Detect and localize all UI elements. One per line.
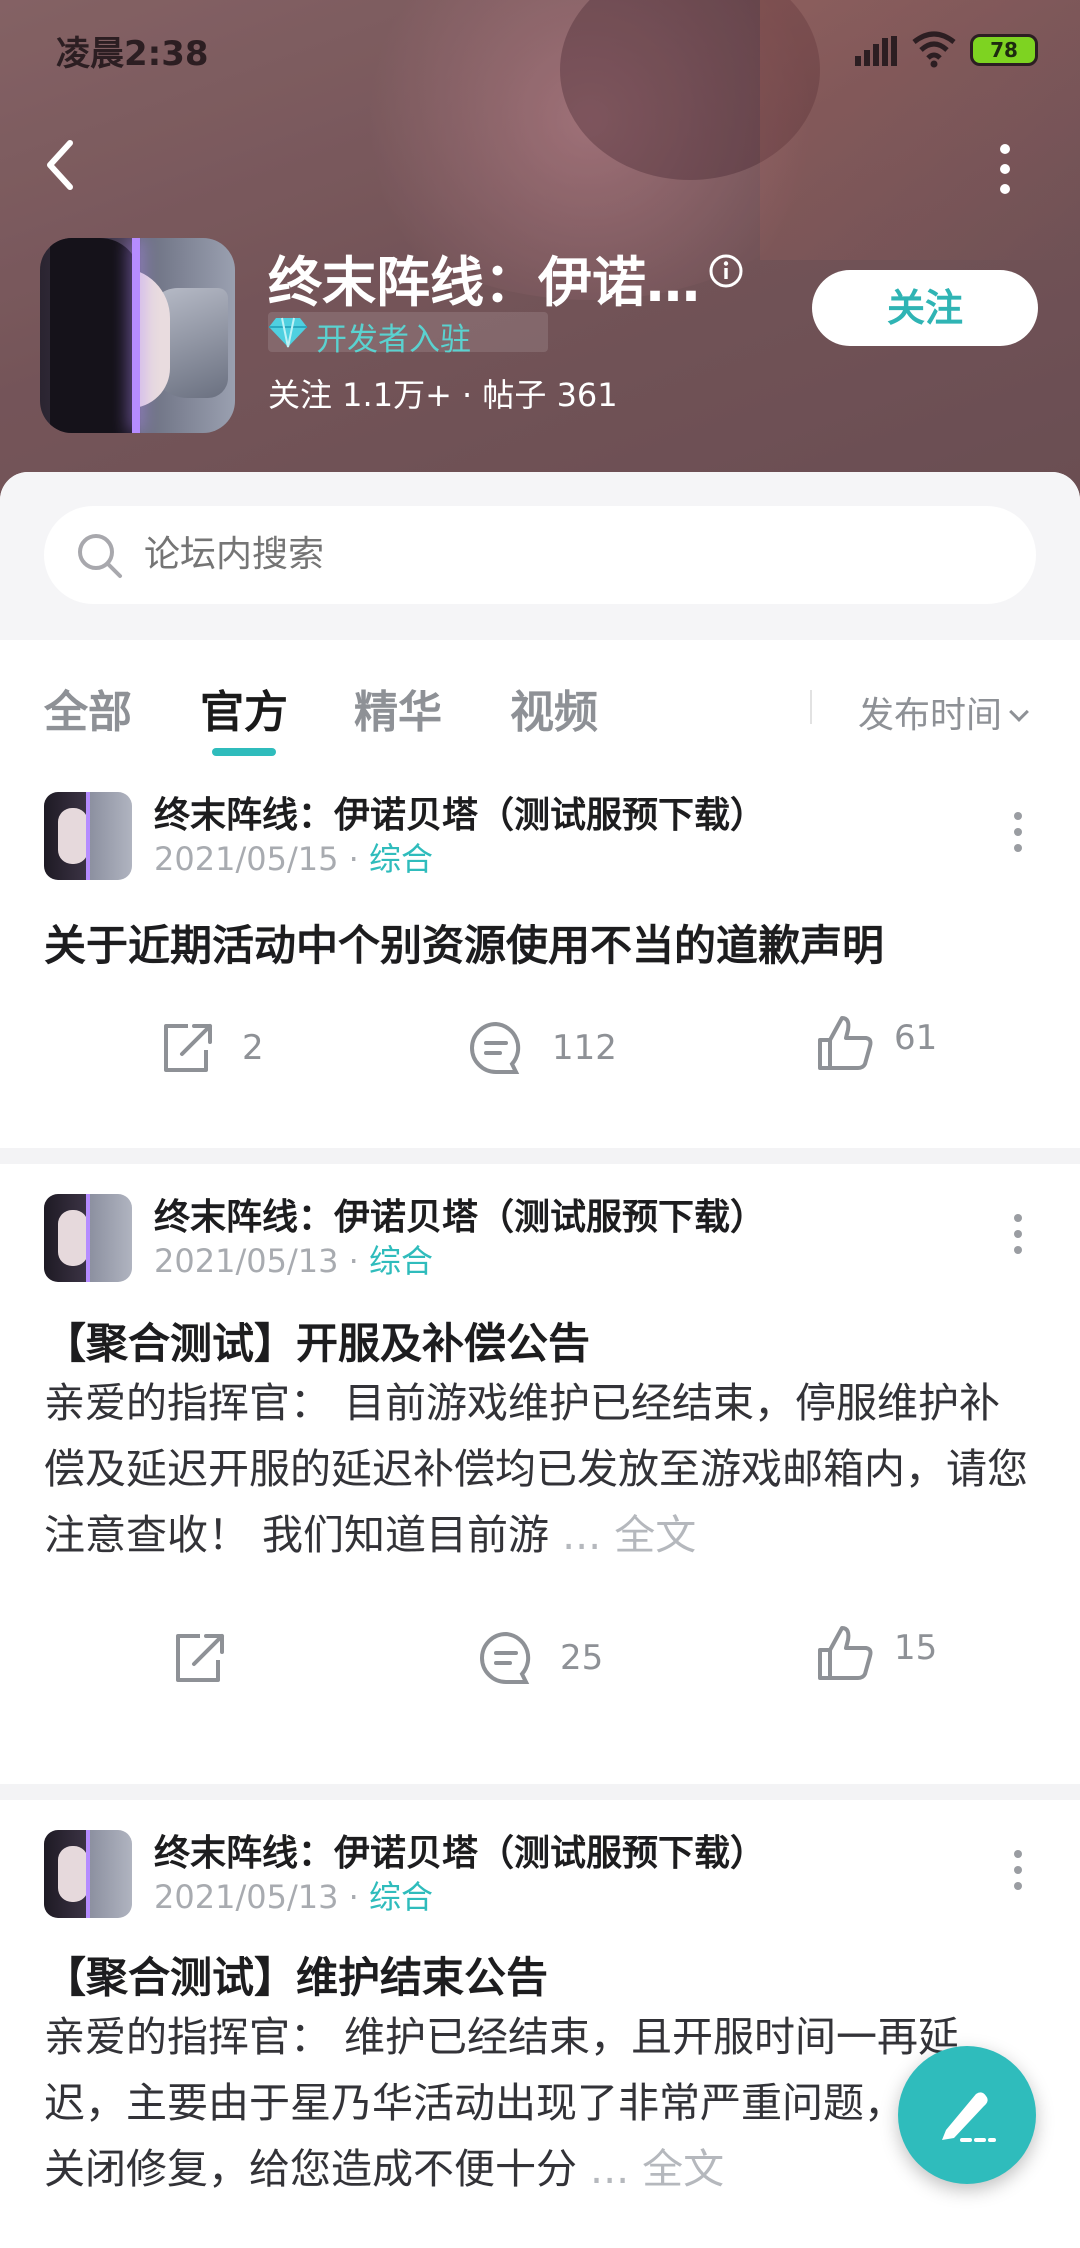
- avatar[interactable]: [44, 1194, 132, 1282]
- post-date: 2021/05/13: [154, 1878, 339, 1916]
- post-meta: 2021/05/15 · 综合: [154, 834, 433, 880]
- post-card[interactable]: 终末阵线：伊诺贝塔（测试服预下载） 2021/05/13 · 综合 【聚合测试】…: [0, 1164, 1080, 1744]
- post-more-icon[interactable]: [1008, 1214, 1028, 1264]
- tab-bar: 全部 官方 精华 视频 发布时间: [0, 640, 1080, 762]
- battery-icon: 78: [970, 34, 1038, 66]
- status-bar: 凌晨2:38 78: [0, 0, 1080, 100]
- search-area: [0, 472, 1080, 640]
- post-title[interactable]: 【聚合测试】开服及补偿公告: [44, 1310, 590, 1371]
- back-icon[interactable]: [40, 135, 80, 195]
- read-more-link[interactable]: ... 全文: [590, 2145, 724, 2193]
- avatar-glow: [86, 1194, 90, 1282]
- post-meta: 2021/05/13 · 综合: [154, 1236, 433, 1282]
- tab-divider: [810, 690, 812, 724]
- game-icon: [40, 238, 235, 433]
- post-category[interactable]: 综合: [369, 840, 433, 878]
- battery-level: 78: [990, 38, 1018, 62]
- post-card[interactable]: 终末阵线：伊诺贝塔（测试服预下载） 2021/05/13 · 综合 【聚合测试】…: [0, 1800, 1080, 2248]
- game-icon-glow: [132, 238, 140, 433]
- forum-header: 凌晨2:38 78 终末阵线：伊诺… 开发者入驻 关注 1.1万+ · 帖子 3…: [0, 0, 1080, 500]
- sort-label: 发布时间: [858, 695, 1003, 736]
- like-icon: [818, 1016, 873, 1070]
- post-more-icon[interactable]: [1008, 1850, 1028, 1900]
- post-excerpt-text: 亲爱的指挥官： 维护已经结束，且开服时间一再延迟，主要由于星乃华活动出现了非常严…: [44, 2013, 1028, 2193]
- game-title: 终末阵线：伊诺…: [268, 251, 700, 314]
- avatar[interactable]: [44, 1830, 132, 1918]
- avatar-face: [58, 1210, 88, 1266]
- avatar[interactable]: [44, 792, 132, 880]
- meta-separator: ·: [348, 1878, 359, 1916]
- tab-all[interactable]: 全部: [44, 676, 132, 740]
- like-button[interactable]: 15: [814, 1622, 954, 1682]
- search-icon: [78, 534, 122, 578]
- comment-icon: [480, 1631, 531, 1684]
- post-excerpt-text: 亲爱的指挥官： 目前游戏维护已经结束，停服维护补偿及延迟开服的延迟补偿均已发放至…: [44, 1379, 1028, 1559]
- like-icon: [818, 1626, 873, 1680]
- meta-separator: ·: [348, 840, 359, 878]
- post-excerpt[interactable]: 亲爱的指挥官： 维护已经结束，且开服时间一再延迟，主要由于星乃华活动出现了非常严…: [44, 2004, 1034, 2202]
- share-button[interactable]: 2: [158, 1018, 278, 1078]
- like-button[interactable]: 61: [814, 1012, 954, 1072]
- game-icon-hair: [50, 238, 140, 433]
- tab-video[interactable]: 视频: [510, 676, 598, 740]
- post-category[interactable]: 综合: [369, 1242, 433, 1280]
- search-input[interactable]: [144, 506, 1004, 604]
- post-date: 2021/05/15: [154, 840, 339, 878]
- info-icon[interactable]: [708, 253, 744, 289]
- post-more-icon[interactable]: [1008, 812, 1028, 862]
- diamond-icon: [269, 317, 307, 348]
- post-separator: [0, 1148, 1080, 1164]
- post-category[interactable]: 综合: [369, 1878, 433, 1916]
- tab-official[interactable]: 官方: [200, 676, 288, 740]
- post-title[interactable]: 关于近期活动中个别资源使用不当的道歉声明: [44, 912, 884, 973]
- like-count: 15: [894, 1628, 938, 1668]
- read-more-link[interactable]: ... 全文: [562, 1511, 696, 1559]
- post-excerpt[interactable]: 亲爱的指挥官： 目前游戏维护已经结束，停服维护补偿及延迟开服的延迟补偿均已发放至…: [44, 1370, 1034, 1568]
- compose-button[interactable]: [898, 2046, 1036, 2184]
- sort-select[interactable]: 发布时间: [858, 686, 1029, 738]
- post-card[interactable]: 终末阵线：伊诺贝塔（测试服预下载） 2021/05/15 · 综合 关于近期活动…: [0, 762, 1080, 1148]
- tab-featured[interactable]: 精华: [354, 676, 442, 740]
- avatar-face: [58, 1846, 88, 1902]
- share-icon: [176, 1634, 224, 1682]
- comment-icon: [470, 1021, 521, 1074]
- post-author[interactable]: 终末阵线：伊诺贝塔（测试服预下载）: [154, 1824, 766, 1876]
- edit-icon: [942, 2092, 996, 2142]
- comment-count: 25: [560, 1638, 604, 1678]
- chevron-down-icon: [1009, 702, 1029, 722]
- status-time: 凌晨2:38: [56, 34, 209, 74]
- signal-icon: [855, 36, 899, 66]
- tab-indicator: [212, 748, 276, 756]
- share-button[interactable]: [170, 1628, 290, 1688]
- more-icon[interactable]: [990, 140, 1020, 194]
- post-author[interactable]: 终末阵线：伊诺贝塔（测试服预下载）: [154, 786, 766, 838]
- search-box[interactable]: [44, 506, 1036, 604]
- wifi-icon: [912, 31, 956, 68]
- post-meta: 2021/05/13 · 综合: [154, 1872, 433, 1918]
- developer-badge: 开发者入驻: [268, 312, 548, 358]
- comment-count: 112: [552, 1028, 617, 1068]
- avatar-glow: [86, 1830, 90, 1918]
- avatar-face: [58, 808, 88, 864]
- forum-stats: 关注 1.1万+ · 帖子 361: [268, 376, 618, 414]
- post-date: 2021/05/13: [154, 1242, 339, 1280]
- comment-button[interactable]: 25: [476, 1628, 636, 1688]
- share-count: 2: [242, 1028, 264, 1068]
- meta-separator: ·: [348, 1242, 359, 1280]
- follow-button[interactable]: 关注: [812, 270, 1038, 346]
- avatar-glow: [86, 792, 90, 880]
- share-icon: [164, 1024, 212, 1072]
- developer-label: 开发者入驻: [316, 322, 471, 358]
- post-separator: [0, 1784, 1080, 1800]
- post-title[interactable]: 【聚合测试】维护结束公告: [44, 1944, 548, 2005]
- like-count: 61: [894, 1018, 938, 1058]
- forum-content: 全部 官方 精华 视频 发布时间 终末阵线：伊诺贝塔（测试服预下载） 2021/…: [0, 472, 1080, 2248]
- post-author[interactable]: 终末阵线：伊诺贝塔（测试服预下载）: [154, 1188, 766, 1240]
- comment-button[interactable]: 112: [466, 1018, 626, 1078]
